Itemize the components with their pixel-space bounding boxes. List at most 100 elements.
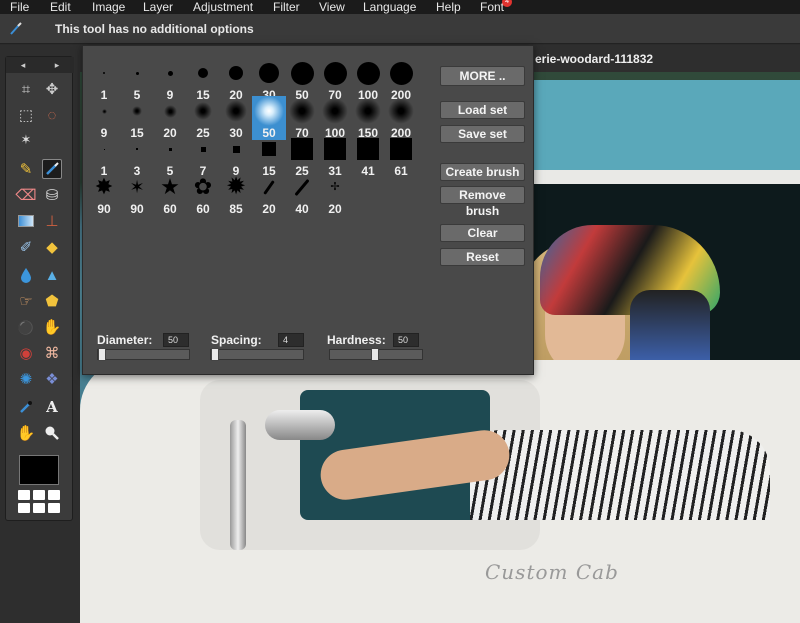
- options-message: This tool has no additional options: [55, 22, 254, 36]
- hardness-label: Hardness:: [327, 333, 386, 347]
- brush-preset-custom-85[interactable]: ✹ 85: [219, 172, 253, 217]
- diameter-slider[interactable]: [97, 348, 190, 361]
- gradient-icon[interactable]: [16, 211, 36, 231]
- menu-file[interactable]: File: [10, 0, 29, 14]
- brush-preset-custom-90[interactable]: ✶ 90: [120, 172, 154, 216]
- hand-icon[interactable]: ✋: [16, 423, 36, 443]
- spacing-input[interactable]: 4: [278, 333, 304, 347]
- eraser-icon[interactable]: ⌫: [15, 185, 36, 205]
- brush-tip-hard-icon: [351, 58, 385, 88]
- brush-preset-custom-20[interactable]: 20: [252, 172, 286, 216]
- text-icon[interactable]: A: [42, 397, 62, 417]
- brush-tip-soft-icon: [87, 96, 121, 126]
- menu-layer[interactable]: Layer: [143, 0, 173, 14]
- toolbox-next-icon[interactable]: ▸: [55, 60, 60, 71]
- color-replace-icon[interactable]: ✐: [16, 237, 36, 257]
- pencil-icon[interactable]: ✎: [16, 159, 36, 179]
- brush-tip-square-icon: [120, 134, 154, 164]
- brush-tip-square-icon: [285, 134, 319, 164]
- brush-tip-custom-icon: [285, 172, 319, 202]
- sharpen-icon[interactable]: ▲: [42, 265, 62, 285]
- foreground-color-swatch[interactable]: [19, 455, 59, 485]
- pinch-icon[interactable]: ❖: [42, 369, 62, 389]
- zoom-icon[interactable]: [42, 423, 62, 443]
- menu-filter[interactable]: Filter: [273, 0, 300, 14]
- photo-mirror: [265, 410, 335, 440]
- brush-tip-square-icon: [186, 134, 220, 164]
- brush-tip-soft-icon: [219, 96, 253, 126]
- menu-adjustment[interactable]: Adjustment: [193, 0, 253, 14]
- paint-bucket-icon[interactable]: ⛁: [42, 185, 62, 205]
- dodge-icon[interactable]: ⚫: [16, 317, 36, 337]
- brush-preset-square-61[interactable]: 61: [384, 134, 418, 178]
- red-eye-icon[interactable]: ◉: [16, 343, 36, 363]
- sponge-icon[interactable]: ⬟: [42, 291, 62, 311]
- photo-logo: Custom Cab: [485, 560, 619, 584]
- brush-tip-soft-icon: [318, 96, 352, 126]
- remove-brush-button[interactable]: Remove brush: [440, 186, 525, 218]
- smudge-icon[interactable]: ☞: [16, 291, 36, 311]
- move-icon[interactable]: ✥: [42, 79, 62, 99]
- brush-size-label: 41: [361, 164, 375, 178]
- hardness-input[interactable]: 50: [393, 333, 419, 347]
- brush-preset-custom-90[interactable]: ✸ 90: [87, 172, 121, 217]
- menu-font-label: Font: [480, 0, 505, 14]
- load-set-button[interactable]: Load set: [440, 101, 525, 119]
- brush-preset-custom-60[interactable]: ✿ 60: [186, 172, 220, 217]
- menu-edit[interactable]: Edit: [50, 0, 71, 14]
- brush-tip-custom-icon: ✸: [94, 174, 114, 199]
- brush-tip-hard-icon: [186, 58, 220, 88]
- lasso-icon[interactable]: ◌: [42, 105, 62, 125]
- brush-size-label: 90: [130, 202, 144, 216]
- brush-tip-soft-icon: [186, 96, 220, 126]
- spacing-slider-knob[interactable]: [211, 348, 219, 361]
- brush-tool-button[interactable]: [42, 159, 62, 179]
- brush-size-label: 60: [196, 202, 210, 216]
- menu-language[interactable]: Language: [363, 0, 416, 14]
- diameter-slider-knob[interactable]: [98, 348, 106, 361]
- eyedropper-icon[interactable]: [16, 397, 36, 417]
- brush-preset-square-41[interactable]: 41: [351, 134, 385, 178]
- crop-icon[interactable]: ⌗: [16, 79, 36, 99]
- burn-icon[interactable]: ✋: [42, 317, 62, 337]
- brush-preset-custom-60[interactable]: ★ 60: [153, 172, 187, 217]
- brush-preset-custom-40[interactable]: 40: [285, 172, 319, 216]
- document-tab-title[interactable]: erie-woodard-111832: [535, 52, 653, 70]
- reset-button[interactable]: Reset: [440, 248, 525, 266]
- brush-size-label: 20: [262, 202, 276, 216]
- diameter-input[interactable]: 50: [163, 333, 189, 347]
- shapes-icon[interactable]: ◆: [42, 237, 62, 257]
- clear-button[interactable]: Clear: [440, 224, 525, 242]
- hardness-slider[interactable]: [329, 348, 423, 361]
- brush-tip-custom-icon: ✹: [225, 173, 247, 200]
- toolbox-prev-icon[interactable]: ◂: [21, 60, 26, 71]
- save-set-button[interactable]: Save set: [440, 125, 525, 143]
- brush-tip-custom-icon: ★: [160, 174, 180, 199]
- menu-font[interactable]: Font 4: [480, 0, 513, 14]
- grid-layout-icon[interactable]: [18, 490, 62, 514]
- bandage-icon[interactable]: ⌘: [42, 343, 62, 363]
- brush-panel: 1 5 9 15 20 30 50 70 100 200 9 15 20 25 30 50 70 100 150 20…: [82, 45, 534, 375]
- drop-icon[interactable]: [16, 265, 36, 285]
- brush-tip-square-icon: [219, 134, 253, 164]
- brush-tip-soft-icon: [285, 96, 319, 126]
- photo-shirt: [470, 430, 770, 520]
- toolbox: ◂ ▸ ⌗ ✥ ⬚ ◌ ✶ ✎ ⌫ ⛁ ⊥ ✐ ◆ ▲ ☞ ⬟ ⚫ ✋ ◉ ⌘ …: [5, 56, 74, 521]
- menu-image[interactable]: Image: [92, 0, 125, 14]
- rect-select-icon[interactable]: ⬚: [16, 105, 36, 125]
- brush-tip-hard-icon: [120, 58, 154, 88]
- spacing-slider[interactable]: [210, 348, 304, 361]
- brush-size-label: 61: [394, 164, 408, 178]
- menu-help[interactable]: Help: [436, 0, 461, 14]
- brush-tip-custom-icon: ✶: [129, 177, 145, 197]
- brush-tip-hard-icon: [219, 58, 253, 88]
- bloat-icon[interactable]: ✺: [16, 369, 36, 389]
- more-brushes-button[interactable]: MORE ..: [440, 66, 525, 86]
- magic-wand-icon[interactable]: ✶: [16, 129, 36, 149]
- create-brush-button[interactable]: Create brush: [440, 163, 525, 181]
- brush-preset-custom-20[interactable]: ✢ 20: [318, 172, 352, 216]
- stamp-icon[interactable]: ⊥: [42, 211, 62, 231]
- hardness-slider-knob[interactable]: [371, 348, 379, 361]
- menu-view[interactable]: View: [319, 0, 345, 14]
- brush-tip-soft-icon: [120, 96, 154, 126]
